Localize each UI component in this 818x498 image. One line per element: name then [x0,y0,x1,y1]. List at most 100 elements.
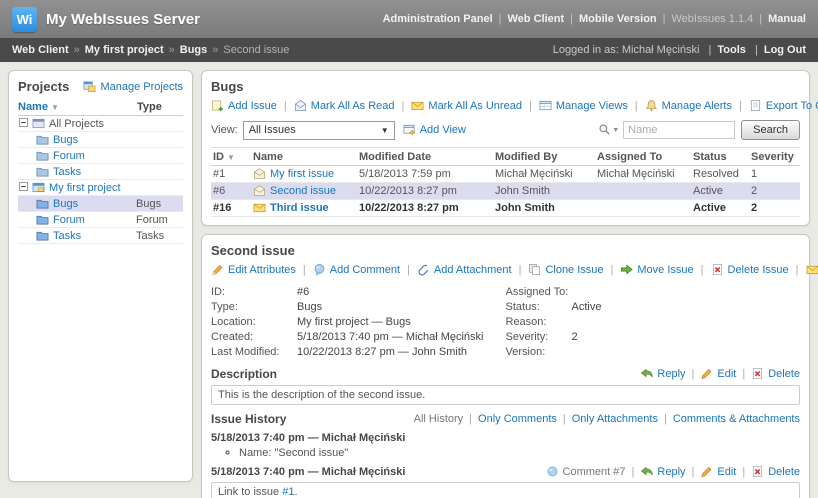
clone-issue-button[interactable]: Clone Issue [512,263,604,277]
add-comment-icon [313,263,330,277]
column-name[interactable]: Name [253,151,359,163]
column-modified-date[interactable]: Modified Date [359,151,495,163]
folder-icon [36,213,53,227]
read-issue-icon [253,167,270,181]
view-select[interactable]: All Issues ▼ [243,121,395,140]
issue-modified-date: 10/22/2013 8:27 pm [359,185,495,197]
mark-all-read-icon [294,99,311,113]
tree-item-all-bugs[interactable]: Bugs [18,132,183,148]
tree-item-label[interactable]: Tasks [53,230,81,242]
tree-item-my-first-project[interactable]: My first project [18,180,183,196]
manage-alerts-button[interactable]: Manage Alerts [628,99,732,113]
delete-issue-button[interactable]: Delete Issue [694,263,789,277]
chevron-down-icon: ▼ [612,127,619,134]
issue-row-6-selected[interactable]: #6 Second issue 10/22/2013 8:27 pm John … [211,183,800,200]
add-view-button[interactable]: Add View [403,123,466,137]
reply-button[interactable]: Reply [640,367,685,381]
history-entry-comment-7: 5/18/2013 7:40 pm — Michał Męciński Comm… [211,465,800,498]
nav-manual[interactable]: Manual [768,13,806,25]
add-comment-button[interactable]: Add Comment [296,263,400,277]
sort-descending-icon: ▼ [227,153,235,162]
move-issue-button[interactable]: Move Issue [604,263,694,277]
attr-value: 5/18/2013 7:40 pm — Michał Męciński [297,331,483,343]
mark-as-unread-button[interactable]: Mark As Unread [789,263,818,277]
issue-link[interactable]: Third issue [270,202,329,214]
add-attachment-button[interactable]: Add Attachment [400,263,512,277]
manage-views-button[interactable]: Manage Views [522,99,628,113]
nav-web-client[interactable]: Web Client [508,13,565,25]
edit-attributes-button[interactable]: Edit Attributes [211,263,296,277]
issue-modified-date: 5/18/2013 7:59 pm [359,168,495,180]
tree-item-label: All Projects [49,118,104,130]
column-status[interactable]: Status [693,151,751,163]
mark-all-read-button[interactable]: Mark All As Read [277,99,395,113]
breadcrumb-project[interactable]: My first project [85,44,164,56]
export-csv-button[interactable]: Export To CSV [732,99,818,113]
description-title: Description [211,367,277,381]
tree-item-label[interactable]: Tasks [53,166,81,178]
edit-button[interactable]: Edit [686,465,737,479]
tools-link[interactable]: Tools [717,44,746,56]
attr-label: Location: [211,316,297,328]
tree-item-forum[interactable]: Forum Forum [18,212,183,228]
manage-projects-icon [83,80,100,94]
issue-id: #1 [213,168,253,180]
filter-comments-attachments[interactable]: Comments & Attachments [658,413,800,425]
nav-administration-panel[interactable]: Administration Panel [383,13,493,25]
issue-reference-link[interactable]: #1 [282,486,294,498]
column-assigned-to[interactable]: Assigned To [597,151,693,163]
add-view-label: Add View [420,124,466,136]
nav-mobile-version[interactable]: Mobile Version [579,13,657,25]
issue-link[interactable]: My first issue [270,168,334,180]
projects-column-type[interactable]: Type [137,101,183,113]
delete-button[interactable]: Delete [736,367,800,381]
search-column-dropdown[interactable]: ▼ [598,123,619,137]
filter-only-attachments[interactable]: Only Attachments [557,413,658,425]
tree-item-label[interactable]: Forum [53,150,85,162]
tree-item-bugs-selected[interactable]: Bugs Bugs [18,196,183,212]
version-label: WebIssues 1.1.4 [672,13,754,25]
tree-item-all-projects[interactable]: All Projects [18,116,183,132]
tree-item-tasks[interactable]: Tasks Tasks [18,228,183,244]
top-navigation: Administration Panel Web Client Mobile V… [383,13,806,25]
reply-icon [640,465,657,479]
issue-link[interactable]: Second issue [270,185,336,197]
move-issue-icon [620,263,637,277]
manage-projects-button[interactable]: Manage Projects [83,80,183,94]
export-csv-icon [749,99,766,113]
issue-toolbar: Edit Attributes Add Comment Add Attachme… [211,263,800,277]
edit-button[interactable]: Edit [686,367,737,381]
tree-item-label[interactable]: Forum [53,214,85,226]
delete-issue-icon [711,263,728,277]
column-id[interactable]: ID▼ [213,151,253,163]
attr-label: ID: [211,286,297,298]
collapse-icon[interactable] [19,118,32,130]
search-button[interactable]: Search [741,120,800,140]
projects-column-name[interactable]: Name▼ [18,101,137,113]
logout-link[interactable]: Log Out [764,44,806,56]
tree-item-label[interactable]: My first project [49,182,121,194]
tree-item-label[interactable]: Bugs [53,134,78,146]
read-issue-icon [253,184,270,198]
breadcrumb-web-client[interactable]: Web Client [12,44,69,56]
add-issue-button[interactable]: Add Issue [211,99,277,113]
issue-detail-panel: Second issue Edit Attributes Add Comment… [201,234,810,498]
search-icon [598,123,611,137]
breadcrumb-folder[interactable]: Bugs [180,44,208,56]
issue-row-1[interactable]: #1 My first issue 5/18/2013 7:59 pm Mich… [211,166,800,183]
column-severity[interactable]: Severity [751,151,798,163]
add-attachment-icon [417,263,434,277]
issue-row-16-unread[interactable]: #16 Third issue 10/22/2013 8:27 pm John … [211,200,800,217]
tree-item-label[interactable]: Bugs [53,198,78,210]
tree-item-all-tasks[interactable]: Tasks [18,164,183,180]
mark-all-unread-button[interactable]: Mark All As Unread [395,99,522,113]
tree-item-all-forum[interactable]: Forum [18,148,183,164]
reply-button[interactable]: Reply [626,465,686,479]
clone-issue-icon [528,263,545,277]
column-modified-by[interactable]: Modified By [495,151,597,163]
collapse-icon[interactable] [19,182,32,194]
delete-button[interactable]: Delete [736,465,800,479]
filter-only-comments[interactable]: Only Comments [463,413,557,425]
comment-text: Link to issue [218,486,282,498]
search-input[interactable] [623,121,735,139]
